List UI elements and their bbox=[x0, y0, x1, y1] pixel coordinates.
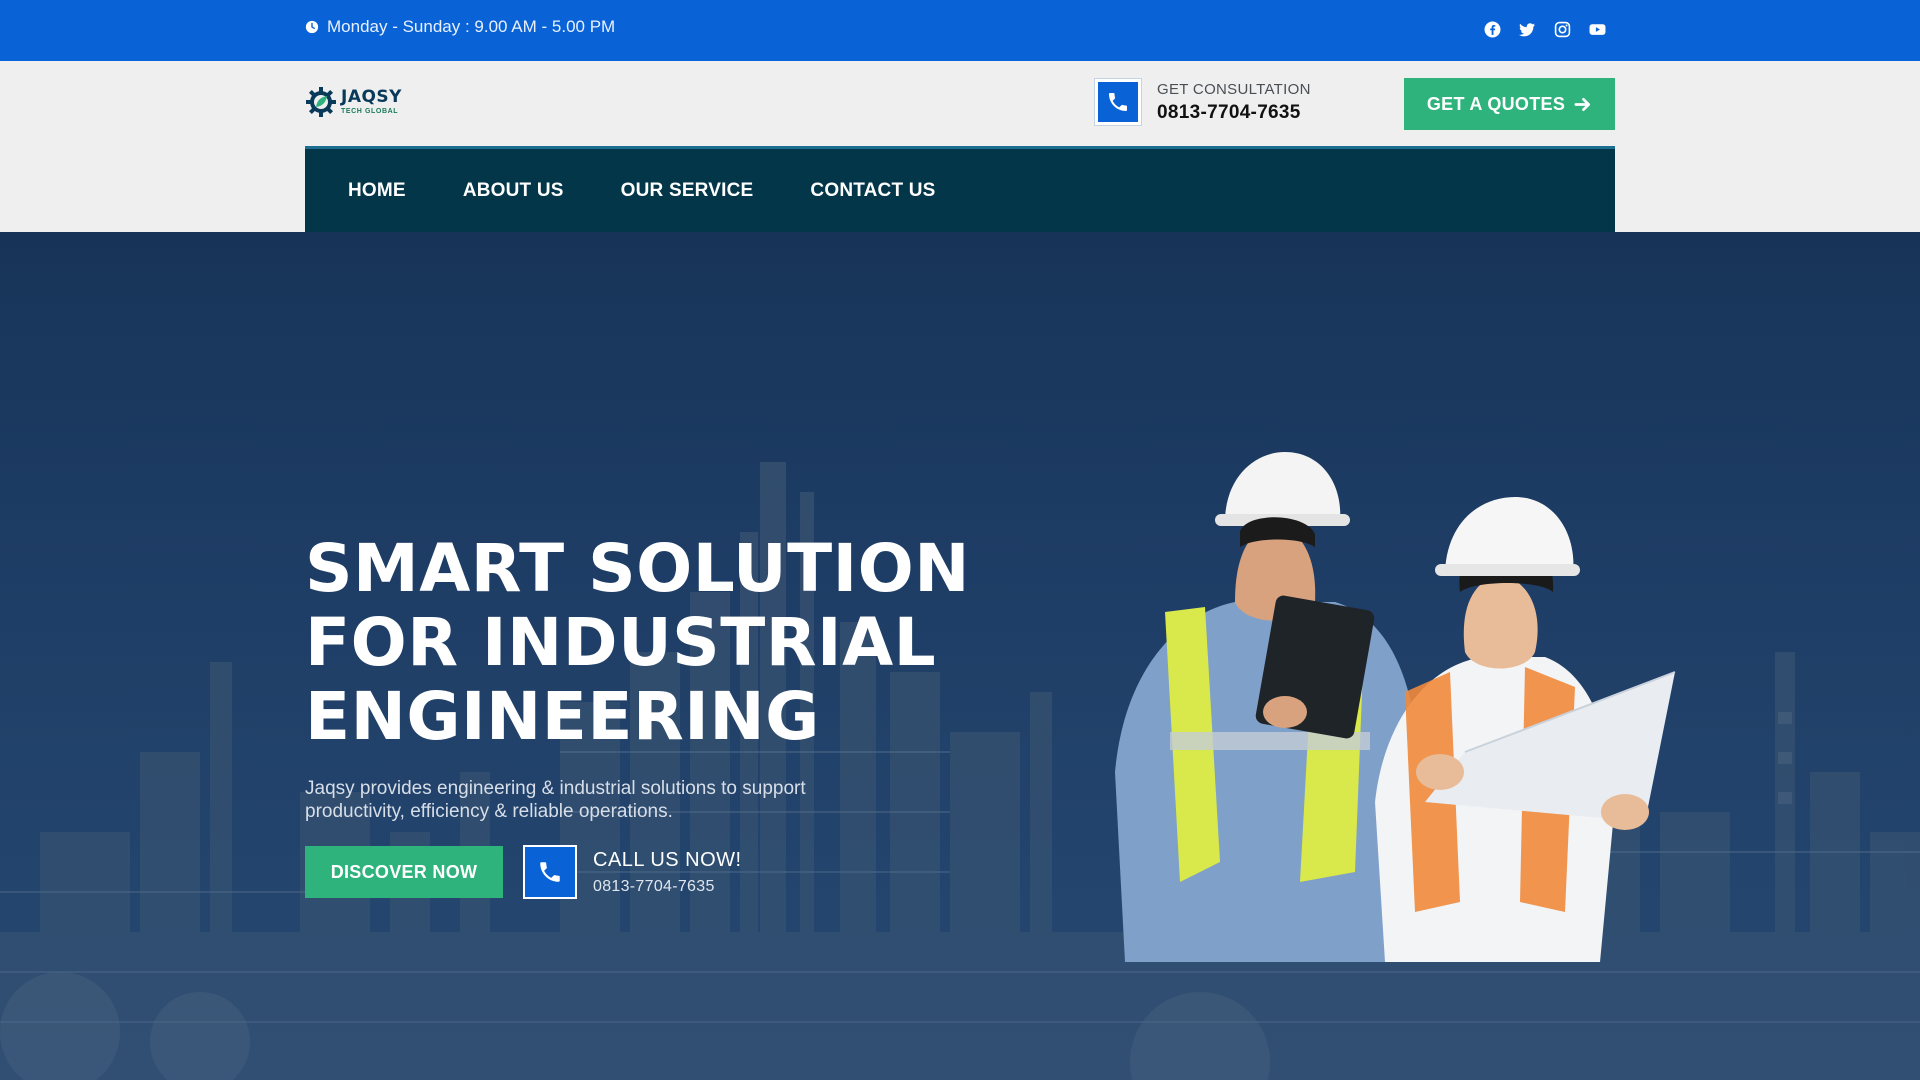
logo-name: JAQSY bbox=[341, 87, 402, 107]
arrow-right-icon bbox=[1574, 97, 1591, 111]
main-nav: HOME ABOUT US OUR SERVICE CONTACT US bbox=[305, 146, 1615, 232]
nav-item-our-service[interactable]: OUR SERVICE bbox=[621, 180, 754, 202]
phone-icon-box[interactable] bbox=[1095, 79, 1141, 125]
twitter-icon[interactable] bbox=[1519, 21, 1536, 38]
get-quotes-button[interactable]: GET A QUOTES bbox=[1404, 78, 1615, 130]
nav-item-about-us[interactable]: ABOUT US bbox=[463, 180, 564, 202]
facebook-icon[interactable] bbox=[1484, 21, 1501, 38]
hero-title-line: SMART SOLUTION bbox=[305, 530, 971, 607]
get-quotes-label: GET A QUOTES bbox=[1426, 93, 1566, 114]
phone-icon bbox=[540, 862, 560, 882]
hero-title: SMART SOLUTION FOR INDUSTRIAL ENGINEERIN… bbox=[305, 532, 970, 754]
hero-description: Jaqsy provides engineering & industrial … bbox=[305, 778, 806, 822]
business-hours-text: Monday - Sunday : 9.00 AM - 5.00 PM bbox=[327, 17, 616, 36]
call-us-label: CALL US NOW! bbox=[593, 848, 742, 871]
youtube-icon[interactable] bbox=[1589, 21, 1606, 38]
instagram-icon[interactable] bbox=[1554, 21, 1571, 38]
engineers-photo bbox=[1115, 452, 1676, 962]
business-hours: Monday - Sunday : 9.00 AM - 5.00 PM bbox=[305, 16, 615, 38]
clock-icon bbox=[305, 20, 319, 34]
call-us-phone[interactable]: 0813-7704-7635 bbox=[593, 878, 742, 896]
hero-section: SMART SOLUTION FOR INDUSTRIAL ENGINEERIN… bbox=[0, 232, 1920, 1080]
call-us-now[interactable]: CALL US NOW! 0813-7704-7635 bbox=[523, 845, 742, 899]
discover-now-button[interactable]: DISCOVER NOW bbox=[305, 846, 503, 898]
nav-item-contact-us[interactable]: CONTACT US bbox=[810, 180, 935, 202]
top-bar: Monday - Sunday : 9.00 AM - 5.00 PM bbox=[0, 0, 1920, 61]
consultation-phone[interactable]: 0813-7704-7635 bbox=[1157, 102, 1311, 124]
hero-title-line: FOR INDUSTRIAL bbox=[305, 604, 937, 681]
logo[interactable]: JAQSY TECH GLOBAL bbox=[305, 86, 402, 118]
consultation-label: GET CONSULTATION bbox=[1157, 80, 1311, 98]
nav-item-home[interactable]: HOME bbox=[348, 180, 406, 202]
phone-icon-box[interactable] bbox=[523, 845, 577, 899]
phone-icon bbox=[1109, 93, 1127, 111]
social-links bbox=[1484, 21, 1606, 38]
consultation-contact: GET CONSULTATION 0813-7704-7635 bbox=[1095, 79, 1311, 125]
gear-leaf-logo-icon bbox=[306, 87, 336, 117]
logo-subtitle: TECH GLOBAL bbox=[341, 108, 399, 115]
site-header: JAQSY TECH GLOBAL GET CONSULTATION 0813-… bbox=[0, 61, 1920, 232]
hero-title-line: ENGINEERING bbox=[305, 678, 820, 755]
